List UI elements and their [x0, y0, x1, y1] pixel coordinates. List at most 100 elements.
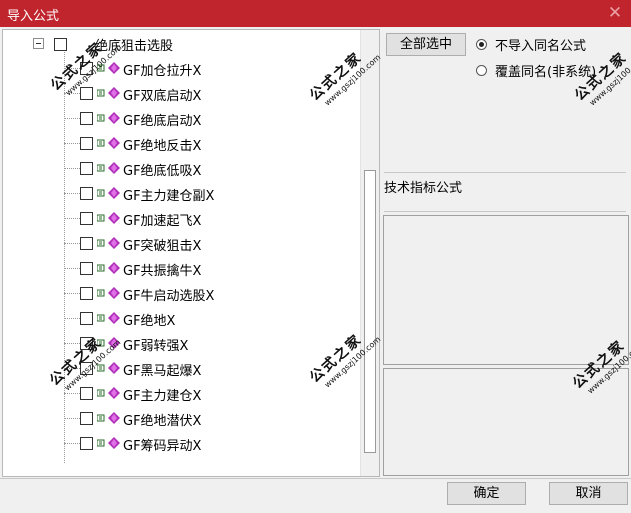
item-label: GF绝地X: [123, 314, 176, 329]
item-checkbox[interactable]: [80, 62, 93, 75]
item-label: GF弱转强X: [123, 339, 189, 354]
ok-button[interactable]: 确定: [447, 482, 526, 505]
skip-duplicates-label[interactable]: 不导入同名公式: [495, 35, 586, 54]
formula-type-label: 技术指标公式: [384, 181, 463, 196]
item-label: GF主力建仓X: [123, 389, 202, 404]
tree-item[interactable]: GF共振擒牛X: [64, 257, 354, 282]
root-checkbox[interactable]: [54, 38, 67, 51]
item-checkbox[interactable]: [80, 162, 93, 175]
formula-description-box: [383, 215, 629, 365]
tree-connector: [64, 343, 80, 344]
close-icon[interactable]: ✕: [605, 2, 625, 24]
item-checkbox[interactable]: [80, 87, 93, 100]
tree-connector: [64, 268, 80, 269]
tree-item[interactable]: GF加仓拉升X: [64, 57, 354, 82]
item-checkbox[interactable]: [80, 337, 93, 350]
tree-connector: [64, 68, 80, 69]
formula-gem-icon: [108, 212, 120, 224]
item-label: GF突破狙击X: [123, 239, 202, 254]
formula-gem-icon: [108, 437, 120, 449]
tree-item[interactable]: GF绝地潜伏X: [64, 407, 354, 432]
item-label: GF绝底低吸X: [123, 164, 202, 179]
formula-gem-icon: [108, 412, 120, 424]
tree-item[interactable]: GF绝底低吸X: [64, 157, 354, 182]
tree-connector: [64, 443, 80, 444]
item-label: GF双底启动X: [123, 89, 202, 104]
formula-gem-icon: [108, 237, 120, 249]
tree-connector: [64, 368, 80, 369]
item-label: GF加仓拉升X: [123, 64, 202, 79]
formula-gem-icon: [108, 337, 120, 349]
item-checkbox[interactable]: [80, 187, 93, 200]
tree-item[interactable]: GF主力建仓副X: [64, 182, 354, 207]
formula-gem-icon: [108, 62, 120, 74]
tree-connector: [64, 193, 80, 194]
tree-connector: [64, 243, 80, 244]
overwrite-label[interactable]: 覆盖同名(非系统): [495, 61, 596, 80]
formula-type-panel: 技术指标公式: [384, 172, 626, 212]
tree-item[interactable]: GF绝底启动X: [64, 107, 354, 132]
tree-connector: [64, 143, 80, 144]
formula-gem-icon: [108, 262, 120, 274]
formula-gem-icon: [108, 87, 120, 99]
skip-duplicates-radio[interactable]: [476, 39, 487, 50]
formula-gem-icon: [108, 137, 120, 149]
select-all-button[interactable]: 全部选中: [386, 33, 466, 56]
tree-scrollbar[interactable]: [360, 30, 379, 476]
root-label: 绝底狙击选股: [95, 39, 174, 54]
tree-item[interactable]: GF主力建仓X: [64, 382, 354, 407]
item-label: GF牛启动选股X: [123, 289, 215, 304]
item-checkbox[interactable]: [80, 137, 93, 150]
formula-gem-icon: [108, 287, 120, 299]
tree-item[interactable]: GF加速起飞X: [64, 207, 354, 232]
tree-item[interactable]: GF双底启动X: [64, 82, 354, 107]
item-label: GF共振擒牛X: [123, 264, 202, 279]
tree-connector: [64, 93, 80, 94]
tree-item[interactable]: GF筹码异动X: [64, 432, 354, 457]
item-label: GF加速起飞X: [123, 214, 202, 229]
formula-gem-icon: [108, 112, 120, 124]
tree-connector: [64, 118, 80, 119]
item-checkbox[interactable]: [80, 437, 93, 450]
item-checkbox[interactable]: [80, 412, 93, 425]
tree-item[interactable]: GF弱转强X: [64, 332, 354, 357]
item-label: GF黑马起爆X: [123, 364, 202, 379]
formula-gem-icon: [108, 187, 120, 199]
tree-connector: [64, 218, 80, 219]
item-label: GF绝地反击X: [123, 139, 202, 154]
formula-gem-icon: [108, 387, 120, 399]
item-checkbox[interactable]: [80, 237, 93, 250]
tree-item[interactable]: GF牛启动选股X: [64, 282, 354, 307]
window-title: 导入公式: [7, 9, 60, 24]
tree-item[interactable]: GF绝地反击X: [64, 132, 354, 157]
item-checkbox[interactable]: [80, 262, 93, 275]
item-label: GF绝地潜伏X: [123, 414, 202, 429]
collapse-icon[interactable]: [33, 38, 44, 49]
tree-scrollbar-thumb[interactable]: [364, 170, 376, 453]
item-label: GF筹码异动X: [123, 439, 202, 454]
tree-connector: [64, 168, 80, 169]
tree-item[interactable]: GF突破狙击X: [64, 232, 354, 257]
overwrite-radio[interactable]: [476, 65, 487, 76]
tree-connector: [64, 418, 80, 419]
item-checkbox[interactable]: [80, 212, 93, 225]
tree-item[interactable]: GF绝地X: [64, 307, 354, 332]
item-checkbox[interactable]: [80, 362, 93, 375]
item-checkbox[interactable]: [80, 112, 93, 125]
tree-connector: [64, 318, 80, 319]
formula-gem-icon: [108, 362, 120, 374]
tree-connector: [64, 393, 80, 394]
tree-item[interactable]: GF黑马起爆X: [64, 357, 354, 382]
formula-gem-icon: [108, 162, 120, 174]
formula-detail-box: [383, 368, 629, 476]
footer-divider: [0, 478, 631, 479]
item-label: GF主力建仓副X: [123, 189, 215, 204]
item-checkbox[interactable]: [80, 312, 93, 325]
title-bar: 导入公式 ✕: [0, 0, 631, 27]
item-checkbox[interactable]: [80, 387, 93, 400]
cancel-button[interactable]: 取消: [549, 482, 628, 505]
item-label: GF绝底启动X: [123, 114, 202, 129]
formula-tree[interactable]: 绝底狙击选股 GF加仓拉升X GF双底启动X GF绝底启动X GF绝地反击X GF绝底低…: [2, 29, 380, 477]
tree-connector: [64, 293, 80, 294]
item-checkbox[interactable]: [80, 287, 93, 300]
